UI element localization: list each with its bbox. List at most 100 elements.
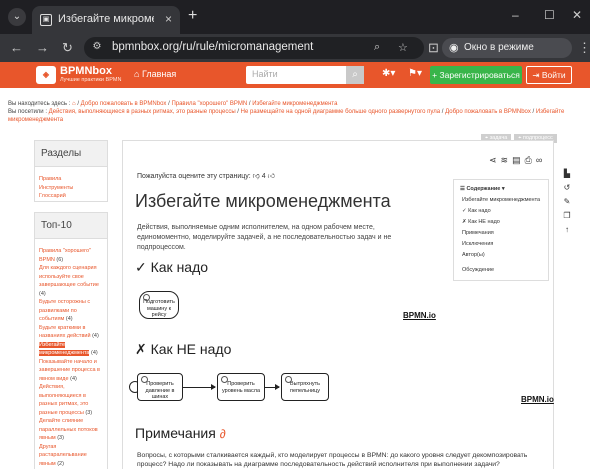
toc-item[interactable]: Примечания xyxy=(460,228,542,239)
breadcrumb-here: Вы находитесь здесь : ⌂ / Добро пожалова… xyxy=(8,101,338,107)
bpmnio-logo[interactable]: BPMN.io xyxy=(521,395,554,404)
tab-title: Избегайте микроменеджме xyxy=(58,13,154,25)
maximize-button[interactable]: ☐ xyxy=(544,8,555,22)
thumb-down-icon[interactable]: 👎︎ xyxy=(253,173,260,180)
site-info-icon[interactable]: ⚙ xyxy=(90,41,104,55)
print-icon[interactable]: ⎙ xyxy=(525,155,536,165)
sections-panel: Разделы Правила Инструменты Глоссарий xyxy=(34,140,108,202)
top10-count: (4) xyxy=(65,316,73,322)
rate-count: 4 xyxy=(261,173,266,180)
logo-tagline: Лучшие практики BPMN xyxy=(60,77,122,83)
sequence-flow xyxy=(183,384,216,390)
share-icon[interactable]: ⋖ xyxy=(489,155,501,165)
login-button[interactable]: ⇥ Войти xyxy=(526,66,572,84)
good-diagram: Подготовить машину к рейсу BPMN.io xyxy=(135,287,545,327)
top10-count: (3) xyxy=(85,409,93,416)
bad-diagram: Проверить давление в шинах Проверить уро… xyxy=(129,367,554,411)
incognito-badge[interactable]: ◉ Окно в режиме инкогнито xyxy=(442,38,572,73)
address-bar[interactable]: ⚙ bpmnbox.org/ru/rule/micromanagement ⌕ … xyxy=(84,37,424,59)
user-task-icon xyxy=(141,376,148,383)
flag-icon[interactable]: ⚑▾ xyxy=(408,68,422,79)
browser-tab[interactable]: ▣ Избегайте микроменеджме × xyxy=(32,6,180,34)
minimize-button[interactable]: – xyxy=(512,8,519,22)
browser-tabbar: ⌄ ▣ Избегайте микроменеджме × + – ☐ ✕ xyxy=(0,0,590,34)
top10-count: (3) xyxy=(57,435,64,441)
visited-link[interactable]: Не размещайте на одной диаграмме больше … xyxy=(241,109,440,115)
bpmnio-logo[interactable]: BPMN.io xyxy=(403,311,436,320)
tab-search-icon[interactable]: ⌄ xyxy=(8,8,26,26)
print-preview-icon[interactable]: ▤ xyxy=(512,155,525,165)
table-of-contents: ☰ Содержание ▾ Избегайте микроменеджмент… xyxy=(453,179,549,281)
visited-link[interactable]: Добро пожаловать в BPMNbox xyxy=(445,109,531,115)
top10-link[interactable]: Будьте краткими в названиях действий xyxy=(39,325,91,340)
site-search-input[interactable]: Найти xyxy=(246,66,346,84)
search-button[interactable]: ⌕ xyxy=(346,66,364,84)
forward-icon[interactable]: → xyxy=(36,40,49,55)
home-link[interactable]: ⌂ Главная xyxy=(134,69,176,79)
top10-list: Правила "хорошего" BPMN (6) Для каждого с… xyxy=(35,239,107,469)
breadcrumb-link[interactable]: Правила "хорошего" BPMN xyxy=(171,101,247,107)
pdf-icon[interactable]: ▙ xyxy=(560,167,574,181)
rss-icon[interactable]: ≋ xyxy=(501,155,513,165)
top10-item: Правила "хорошего" BPMN (6) xyxy=(39,247,103,264)
toc-item[interactable]: ✗ Как НЕ надо xyxy=(460,217,542,228)
reload-icon[interactable]: ↻ xyxy=(62,40,73,56)
rating: Пожалуйста оцените эту страницу: 👎︎ 4 👍︎ xyxy=(137,171,275,180)
top10-item: Другая растаралельвание явным (2) xyxy=(39,443,103,469)
breadcrumb-link[interactable]: Избегайте микроменеджмента xyxy=(252,101,337,107)
tab-close-icon[interactable]: × xyxy=(165,12,172,26)
toc-item[interactable]: Исключения xyxy=(460,239,542,250)
good-heading: ✓ Как надо xyxy=(135,259,209,275)
breadcrumb-home-icon[interactable]: ⌂ xyxy=(72,101,76,107)
bookmark-star-icon[interactable]: ☆ xyxy=(398,41,408,54)
favicon-icon: ▣ xyxy=(40,14,52,26)
top10-link[interactable]: Для каждого сценария используйте свое за… xyxy=(39,265,99,288)
browser-toolbar: ← → ↻ ⚙ bpmnbox.org/ru/rule/micromanagem… xyxy=(0,34,590,73)
top10-title: Топ-10 xyxy=(35,213,107,239)
article-card: ⋖≋▤⎙∞ Пожалуйста оцените эту страницу: 👎… xyxy=(122,140,554,469)
edit-link-icon[interactable]: ✎ xyxy=(560,195,574,209)
copy-icon[interactable]: ❐ xyxy=(560,209,574,223)
top10-count: (6) xyxy=(56,256,64,263)
top10-link[interactable]: Избегайте микроменеджмента xyxy=(39,341,90,356)
toc-item[interactable]: ✓ Как надо xyxy=(460,206,542,217)
extensions-icon[interactable]: ⊡ xyxy=(428,40,439,56)
breadcrumb-link[interactable]: Добро пожаловать в BPMNbox xyxy=(81,101,167,107)
section-link[interactable]: Глоссарий xyxy=(39,192,103,201)
settings-icon[interactable]: ✱▾ xyxy=(382,68,395,79)
scroll-top-icon[interactable]: ↑ xyxy=(560,223,574,237)
floating-tools: ▙ ↺ ✎ ❐ ↑ xyxy=(560,167,574,237)
login-icon: ⇥ xyxy=(532,70,540,80)
top10-link[interactable]: Правила "хорошего" BPMN xyxy=(39,248,91,263)
toc-toggle[interactable]: ☰ Содержание ▾ xyxy=(460,184,542,195)
bpmn-task: Вытряхнуть пепельницу xyxy=(281,373,329,401)
top10-item: Показывайте начало и завершение процесса… xyxy=(39,358,103,384)
bpmn-task: Проверить уровень масла xyxy=(217,373,265,401)
top10-link[interactable]: Делайте слияние параллельных потоков явн… xyxy=(39,418,98,441)
visited-link[interactable]: Действия, выполняющиеся в разных ритмах,… xyxy=(49,109,236,115)
anchor-link-icon[interactable]: ∂ xyxy=(220,427,226,441)
history-icon[interactable]: ↺ xyxy=(560,181,574,195)
window-close-button[interactable]: ✕ xyxy=(572,8,582,22)
section-link[interactable]: Инструменты xyxy=(39,184,103,193)
top10-link[interactable]: Действия, выполняющиеся в разных ритмах,… xyxy=(39,384,88,416)
top10-link[interactable]: Будьте осторожны с развилками по события… xyxy=(39,299,90,322)
browser-menu-icon[interactable]: ⋮ xyxy=(578,40,590,56)
top10-item: Для каждого сценария используйте свое за… xyxy=(39,264,103,298)
new-tab-button[interactable]: + xyxy=(188,7,197,25)
add-user-icon: + xyxy=(432,70,438,80)
thumb-up-icon[interactable]: 👍︎ xyxy=(268,173,275,180)
logo-name[interactable]: BPMNbox xyxy=(60,65,112,77)
top10-count: (4) xyxy=(92,333,99,339)
bpmn-task: Проверить давление в шинах xyxy=(137,373,183,401)
toc-item[interactable]: Автор(ы) xyxy=(460,250,542,261)
toc-item[interactable]: Обсуждение xyxy=(460,265,542,276)
section-link[interactable]: Правила xyxy=(39,175,103,184)
logo-icon[interactable]: ◈ xyxy=(36,66,56,84)
link-icon[interactable]: ∞ xyxy=(536,155,546,165)
toc-item[interactable]: Избегайте микроменеджмента xyxy=(460,195,542,206)
zoom-search-icon[interactable]: ⌕ xyxy=(374,41,380,54)
bad-heading: ✗ Как НЕ надо xyxy=(135,341,232,357)
back-icon[interactable]: ← xyxy=(10,40,23,55)
register-button[interactable]: + Зарегистрироваться xyxy=(430,66,522,84)
